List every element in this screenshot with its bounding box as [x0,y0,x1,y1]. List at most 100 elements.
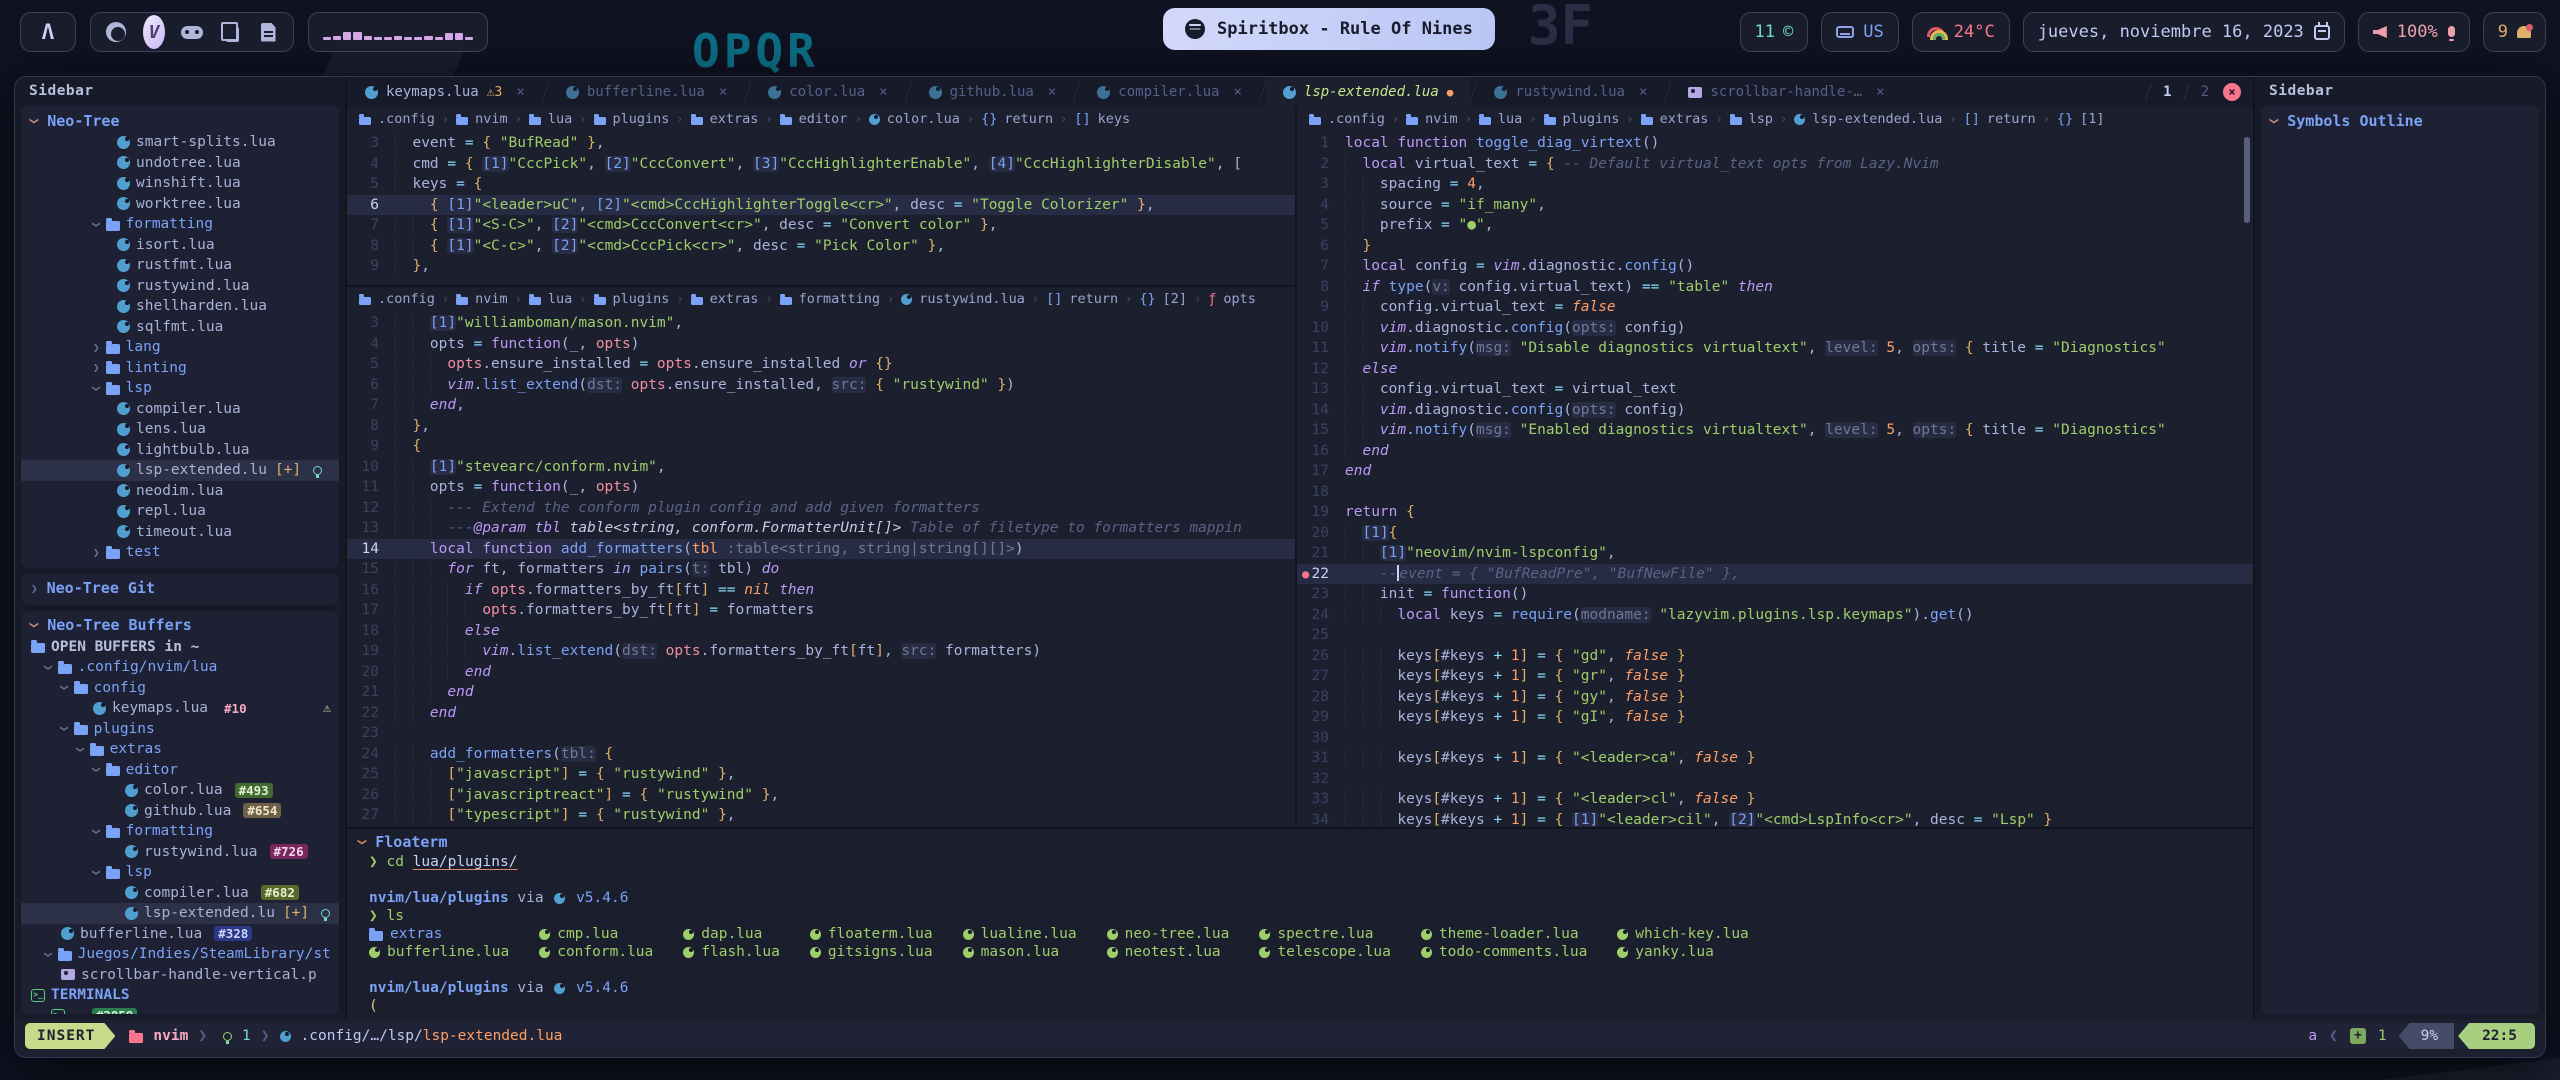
code-line[interactable]: 5 opts.ensure_installed = opts.ensure_in… [347,354,1295,375]
breadcrumb-item[interactable]: lsp [1749,111,1773,127]
tree-item-config[interactable]: ❯config [21,678,339,699]
tree-item-worktree.lua[interactable]: worktree.lua [21,194,339,215]
code-line[interactable]: 27 ["typescript"] = { "rustywind" }, [347,805,1295,826]
code-line[interactable]: 25 [1297,625,2253,646]
listing-item-floaterm.lua[interactable]: floaterm.lua [810,925,933,943]
code-line[interactable]: 25 ["javascript"] = { "rustywind" }, [347,764,1295,785]
listing-item-cmp.lua[interactable]: cmp.lua [539,925,653,943]
tab-rustywind.lua[interactable]: rustywind.lua× [1476,77,1665,107]
tab-close-icon[interactable]: × [1048,84,1056,100]
tab-keymaps.lua[interactable]: keymaps.lua⚠3× [347,77,543,107]
tree-item-winshift.lua[interactable]: winshift.lua [21,173,339,194]
weather-widget[interactable]: 24°C [1912,12,2010,52]
breadcrumb-item[interactable]: [2] [1163,291,1187,307]
code-line[interactable]: 15 vim.notify(msg: "Enabled diagnostics … [1297,420,2253,441]
tree-item-lsp-extended.lu[interactable]: lsp-extended.lu[+] [21,903,339,924]
breadcrumb-item[interactable]: .config [1328,111,1385,127]
tree-item-shellharden.lua[interactable]: shellharden.lua [21,296,339,317]
tree-item-formatting[interactable]: ❯formatting [21,214,339,235]
code-line[interactable]: 23 init = function() [1297,584,2253,605]
breadcrumb-item[interactable]: formatting [799,291,880,307]
tree-item-extras[interactable]: ❯extras [21,739,339,760]
listing-item-spectre.lua[interactable]: spectre.lua [1259,925,1391,943]
tab-bufferline.lua[interactable]: bufferline.lua× [548,77,745,107]
listing-item-bufferline.lua[interactable]: bufferline.lua [369,943,509,961]
listing-item-lualine.lua[interactable]: lualine.lua [963,925,1077,943]
code-line[interactable]: 13 config.virtual_text = virtual_text [1297,379,2253,400]
code-line[interactable]: 27 keys[#keys + 1] = { "gr", false } [1297,666,2253,687]
code-line[interactable]: 20 end [347,662,1295,683]
breadcrumb-item[interactable]: opts [1223,291,1256,307]
tab-scrollbar-handle-…[interactable]: scrollbar-handle-…× [1670,77,1902,107]
firefox-icon[interactable] [105,21,127,43]
code-line[interactable]: 6 } [1297,236,2253,257]
listing-item-telescope.lua[interactable]: telescope.lua [1259,943,1391,961]
breadcrumb-item[interactable]: lua [1498,111,1522,127]
code-line[interactable]: 7 local config = vim.diagnostic.config() [1297,256,2253,277]
tree-item-formatting[interactable]: ❯formatting [21,821,339,842]
neotree-buffers-section-header[interactable]: ❯Neo-Tree Buffers [21,614,339,637]
volume-widget[interactable]: 100% [2358,12,2470,52]
code-line[interactable]: 13 ---@param tbl table<string, conform.F… [347,518,1295,539]
breadcrumb-item[interactable]: plugins [613,291,670,307]
windows-icon[interactable] [219,21,241,43]
breadcrumb-item[interactable]: nvim [475,111,508,127]
tree-item-OPEN BUFFERS in ~[interactable]: OPEN BUFFERS in ~ [21,637,339,658]
breadcrumb-item[interactable]: rustywind.lua [919,291,1025,307]
code-line[interactable]: 14 vim.diagnostic.config(opts: config) [1297,400,2253,421]
neovim-icon[interactable]: V [143,21,165,43]
code-line[interactable]: 12 else [1297,359,2253,380]
breadcrumb-item[interactable]: [1] [2080,111,2104,127]
code-line[interactable]: 3 spacing = 4, [1297,174,2253,195]
tree-item-editor[interactable]: ❯editor [21,760,339,781]
code-line[interactable]: 33 keys[#keys + 1] = { "<leader>cl", fal… [1297,789,2253,810]
code-line[interactable]: 10 [1]"stevearc/conform.nvim", [347,457,1295,478]
tree-item-keymaps.lua[interactable]: keymaps.lua#10⚠ [21,698,339,719]
code-line[interactable]: 18 else [347,621,1295,642]
code-line[interactable]: 26 keys[#keys + 1] = { "gd", false } [1297,646,2253,667]
listing-item-gitsigns.lua[interactable]: gitsigns.lua [810,943,933,961]
scrollbar[interactable] [2244,137,2250,223]
code-line[interactable]: 29 keys[#keys + 1] = { "gI", false } [1297,707,2253,728]
code-line[interactable]: 16 if opts.formatters_by_ft[ft] == nil t… [347,580,1295,601]
code-line[interactable]: 24 local keys = require(modname: "lazyvi… [1297,605,2253,626]
breadcrumb-item[interactable]: nvim [1425,111,1458,127]
listing-item-neo-tree.lua[interactable]: neo-tree.lua [1107,925,1230,943]
code-line[interactable]: 9 config.virtual_text = false [1297,297,2253,318]
neotree-section-header[interactable]: ❯Neo-Tree [21,109,339,132]
tree-item-lens.lua[interactable]: lens.lua [21,419,339,440]
code-line[interactable]: 22 end [347,703,1295,724]
code-line[interactable]: 20 [1]{ [1297,523,2253,544]
listing-item-yanky.lua[interactable]: yanky.lua [1617,943,1749,961]
gamepad-icon[interactable] [181,21,203,43]
code-line[interactable]: 19 vim.list_extend(dst: opts.formatters_… [347,641,1295,662]
listing-item-conform.lua[interactable]: conform.lua [539,943,653,961]
code-line[interactable]: 6 vim.list_extend(dst: opts.ensure_insta… [347,375,1295,396]
tab-close-icon[interactable]: × [719,84,727,100]
tree-item-rustywind.lua[interactable]: rustywind.lua [21,276,339,297]
code-line[interactable]: 34 keys[#keys + 1] = { [1]"<leader>cil",… [1297,810,2253,828]
tree-item-lsp[interactable]: ❯lsp [21,862,339,883]
tab-compiler.lua[interactable]: compiler.lua× [1079,77,1260,107]
symbols-outline-header[interactable]: ❯Symbols Outline [2261,109,2539,132]
tree-item-smart-splits.lua[interactable]: smart-splits.lua [21,132,339,153]
breadcrumb-item[interactable]: extras [710,111,759,127]
tree-item-neodim.lua[interactable]: neodim.lua [21,481,339,502]
breadcrumb-item[interactable]: .config [378,111,435,127]
tree-item-Juegos/Indies/SteamLibrary/st[interactable]: ❯Juegos/Indies/SteamLibrary/st [21,944,339,965]
tree-item-lightbulb.lua[interactable]: lightbulb.lua [21,440,339,461]
tree-item-sqlfmt.lua[interactable]: sqlfmt.lua [21,317,339,338]
code-line[interactable]: 10 vim.diagnostic.config(opts: config) [1297,318,2253,339]
breadcrumb-item[interactable]: plugins [1563,111,1620,127]
code-line[interactable]: ●22 --event = { "BufReadPre", "BufNewFil… [1297,564,2253,585]
listing-item-dap.lua[interactable]: dap.lua [683,925,780,943]
code-line[interactable]: 15 for ft, formatters in pairs(t: tbl) d… [347,559,1295,580]
tree-item-github.lua[interactable]: github.lua#654 [21,801,339,822]
code-line[interactable]: 7 { [1]"<S-C>", [2]"<cmd>CccConvert<cr>"… [347,215,1295,236]
code-line[interactable]: 5 prefix = "●", [1297,215,2253,236]
breadcrumb-item[interactable]: lua [548,111,572,127]
tabpage-1[interactable]: 1 [2163,84,2171,100]
notifications-widget[interactable]: 9 [2483,12,2546,52]
tab-close-icon[interactable]: × [879,84,887,100]
tree-item-compiler.lua[interactable]: compiler.lua [21,399,339,420]
